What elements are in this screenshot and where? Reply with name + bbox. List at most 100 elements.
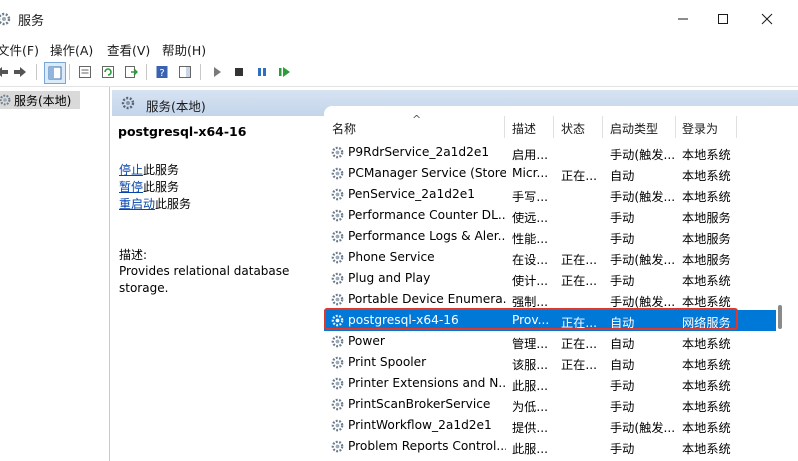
menu-view[interactable]: 查看(V): [107, 40, 150, 59]
window-title: 服务: [18, 14, 45, 29]
service-name-cell: Performance Counter DL...: [348, 208, 506, 222]
table-row[interactable]: Print Spooler 该服... 正在... 自动 本地系统: [324, 352, 776, 373]
table-row[interactable]: Printer Extensions and N... 此服... 手动 本地系…: [324, 373, 776, 394]
column-header-status[interactable]: 状态: [561, 120, 585, 137]
pause-service-line: 暂停此服务: [119, 178, 179, 195]
service-desc-cell: Micr...: [512, 166, 549, 180]
table-row[interactable]: PenService_2a1d2e1 手写... 手动(触发... 本地系统: [324, 184, 776, 205]
services-list: ^ 名称 描述 状态 启动类型 登录为 P9RdrService_2a1d2e1…: [324, 106, 798, 461]
service-desc-cell: 使远...: [512, 211, 548, 225]
title-bar: 服务: [0, 0, 798, 38]
refresh-icon: [102, 66, 114, 78]
table-row[interactable]: Problem Reports Control... 此服... 手动 本地系统: [324, 436, 776, 457]
service-desc-cell: 使计...: [512, 274, 548, 288]
show-hide-console-tree-button[interactable]: [44, 62, 66, 84]
service-gear-icon: [331, 419, 344, 432]
service-logon-cell: 本地系统: [682, 379, 731, 393]
table-row[interactable]: Performance Logs & Aler... 性能... 手动 本地服务: [324, 226, 776, 247]
start-service-button[interactable]: [208, 63, 226, 81]
column-header-startup-type[interactable]: 启动类型: [610, 120, 658, 137]
play-icon: [214, 67, 221, 77]
menu-action[interactable]: 操作(A): [50, 40, 93, 59]
table-row[interactable]: Plug and Play 使计... 正在... 手动 本地系统: [324, 268, 776, 289]
stop-service-button[interactable]: [230, 63, 248, 81]
restart-service-link[interactable]: 重启动: [119, 197, 155, 211]
service-name-cell: Portable Device Enumera...: [348, 292, 506, 306]
service-name-cell: Printer Extensions and N...: [348, 376, 506, 390]
tree-node-services-local[interactable]: 服务(本地): [0, 91, 80, 109]
forward-button[interactable]: [12, 63, 30, 81]
close-button[interactable]: [744, 0, 790, 38]
stop-service-link[interactable]: 停止: [119, 163, 143, 177]
toolbar-separator: [146, 64, 147, 80]
menu-file[interactable]: 文件(F): [0, 40, 39, 59]
table-row[interactable]: Portable Device Enumera... 强制... 手动(触发..…: [324, 289, 776, 310]
service-desc-cell: 在设...: [512, 253, 548, 267]
service-desc-cell: 管理...: [512, 337, 548, 351]
service-name-cell: P9RdrService_2a1d2e1: [348, 145, 490, 159]
column-header-name[interactable]: 名称: [332, 120, 356, 137]
column-header-description[interactable]: 描述: [512, 120, 536, 137]
column-divider[interactable]: [736, 116, 737, 138]
maximize-icon: [718, 14, 728, 24]
vertical-scrollbar-thumb[interactable]: [778, 305, 782, 329]
show-action-pane-button[interactable]: [176, 63, 194, 81]
stop-service-suffix: 此服务: [143, 163, 180, 177]
menu-help[interactable]: 帮助(H): [162, 40, 206, 59]
refresh-button[interactable]: [99, 63, 117, 81]
service-gear-icon: [331, 167, 344, 180]
properties-button[interactable]: [76, 63, 94, 81]
table-row[interactable]: P9RdrService_2a1d2e1 启用... 手动(触发... 本地系统: [324, 142, 776, 163]
service-logon-cell: 本地系统: [682, 190, 731, 204]
pause-service-link[interactable]: 暂停: [119, 180, 143, 194]
service-startup-cell: 手动(触发...: [610, 253, 676, 267]
description-text: Provides relational database storage.: [119, 264, 290, 295]
service-gear-icon: [331, 293, 344, 306]
vertical-scrollbar[interactable]: [776, 116, 798, 461]
maximize-button[interactable]: [700, 0, 746, 38]
service-startup-cell: 自动: [610, 337, 635, 351]
column-divider[interactable]: [504, 116, 505, 138]
service-gear-icon: [331, 272, 344, 285]
description-label: 描述:: [119, 248, 148, 262]
column-divider[interactable]: [602, 116, 603, 138]
forward-arrow-icon: [14, 67, 26, 77]
service-startup-cell: 手动: [610, 232, 635, 246]
pause-icon: [258, 68, 266, 76]
service-status-cell: 正在...: [561, 337, 597, 351]
service-startup-cell: 手动: [610, 379, 635, 393]
service-name-cell: Performance Logs & Aler...: [348, 229, 506, 243]
column-divider[interactable]: [553, 116, 554, 138]
table-row[interactable]: PrintWorkflow_2a1d2e1 提供... 手动(触发... 本地系…: [324, 415, 776, 436]
column-divider[interactable]: [675, 116, 676, 138]
table-row[interactable]: Phone Service 在设... 正在... 手动(触发... 本地服务: [324, 247, 776, 268]
table-row[interactable]: PrintScanBrokerService 为低... 手动 本地系统: [324, 394, 776, 415]
table-row[interactable]: PCManager Service (Store) Micr... 正在... …: [324, 163, 776, 184]
service-name-cell: PrintWorkflow_2a1d2e1: [348, 418, 492, 432]
service-logon-cell: 本地系统: [682, 400, 731, 414]
service-gear-icon: [331, 209, 344, 222]
toolbar-separator: [36, 64, 37, 80]
column-header-log-on-as[interactable]: 登录为: [682, 120, 718, 137]
service-logon-cell: 本地服务: [682, 232, 731, 246]
service-detail-pane: postgresql-x64-16 停止此服务 暂停此服务 重启动此服务 描述:…: [112, 116, 324, 461]
export-list-button[interactable]: [122, 63, 140, 81]
pause-service-button[interactable]: [253, 63, 271, 81]
service-desc-cell: 启用...: [512, 148, 548, 162]
restart-service-button[interactable]: [276, 63, 294, 81]
service-startup-cell: 手动: [610, 442, 635, 456]
service-logon-cell: 本地服务: [682, 253, 731, 267]
table-row[interactable]: Power 管理... 正在... 自动 本地系统: [324, 331, 776, 352]
back-button[interactable]: [0, 63, 10, 81]
help-button[interactable]: ?: [153, 63, 171, 81]
service-startup-cell: 手动: [610, 400, 635, 414]
selected-service-name: postgresql-x64-16: [118, 124, 247, 139]
restart-service-line: 重启动此服务: [119, 195, 191, 212]
service-desc-cell: 提供...: [512, 421, 548, 435]
action-pane-icon: [179, 66, 191, 78]
service-startup-cell: 自动: [610, 169, 635, 183]
service-name-cell: Power: [348, 334, 385, 348]
restart-icon: [279, 67, 290, 77]
service-name-cell: Problem Reports Control...: [348, 439, 506, 453]
table-row[interactable]: Performance Counter DL... 使远... 手动 本地服务: [324, 205, 776, 226]
